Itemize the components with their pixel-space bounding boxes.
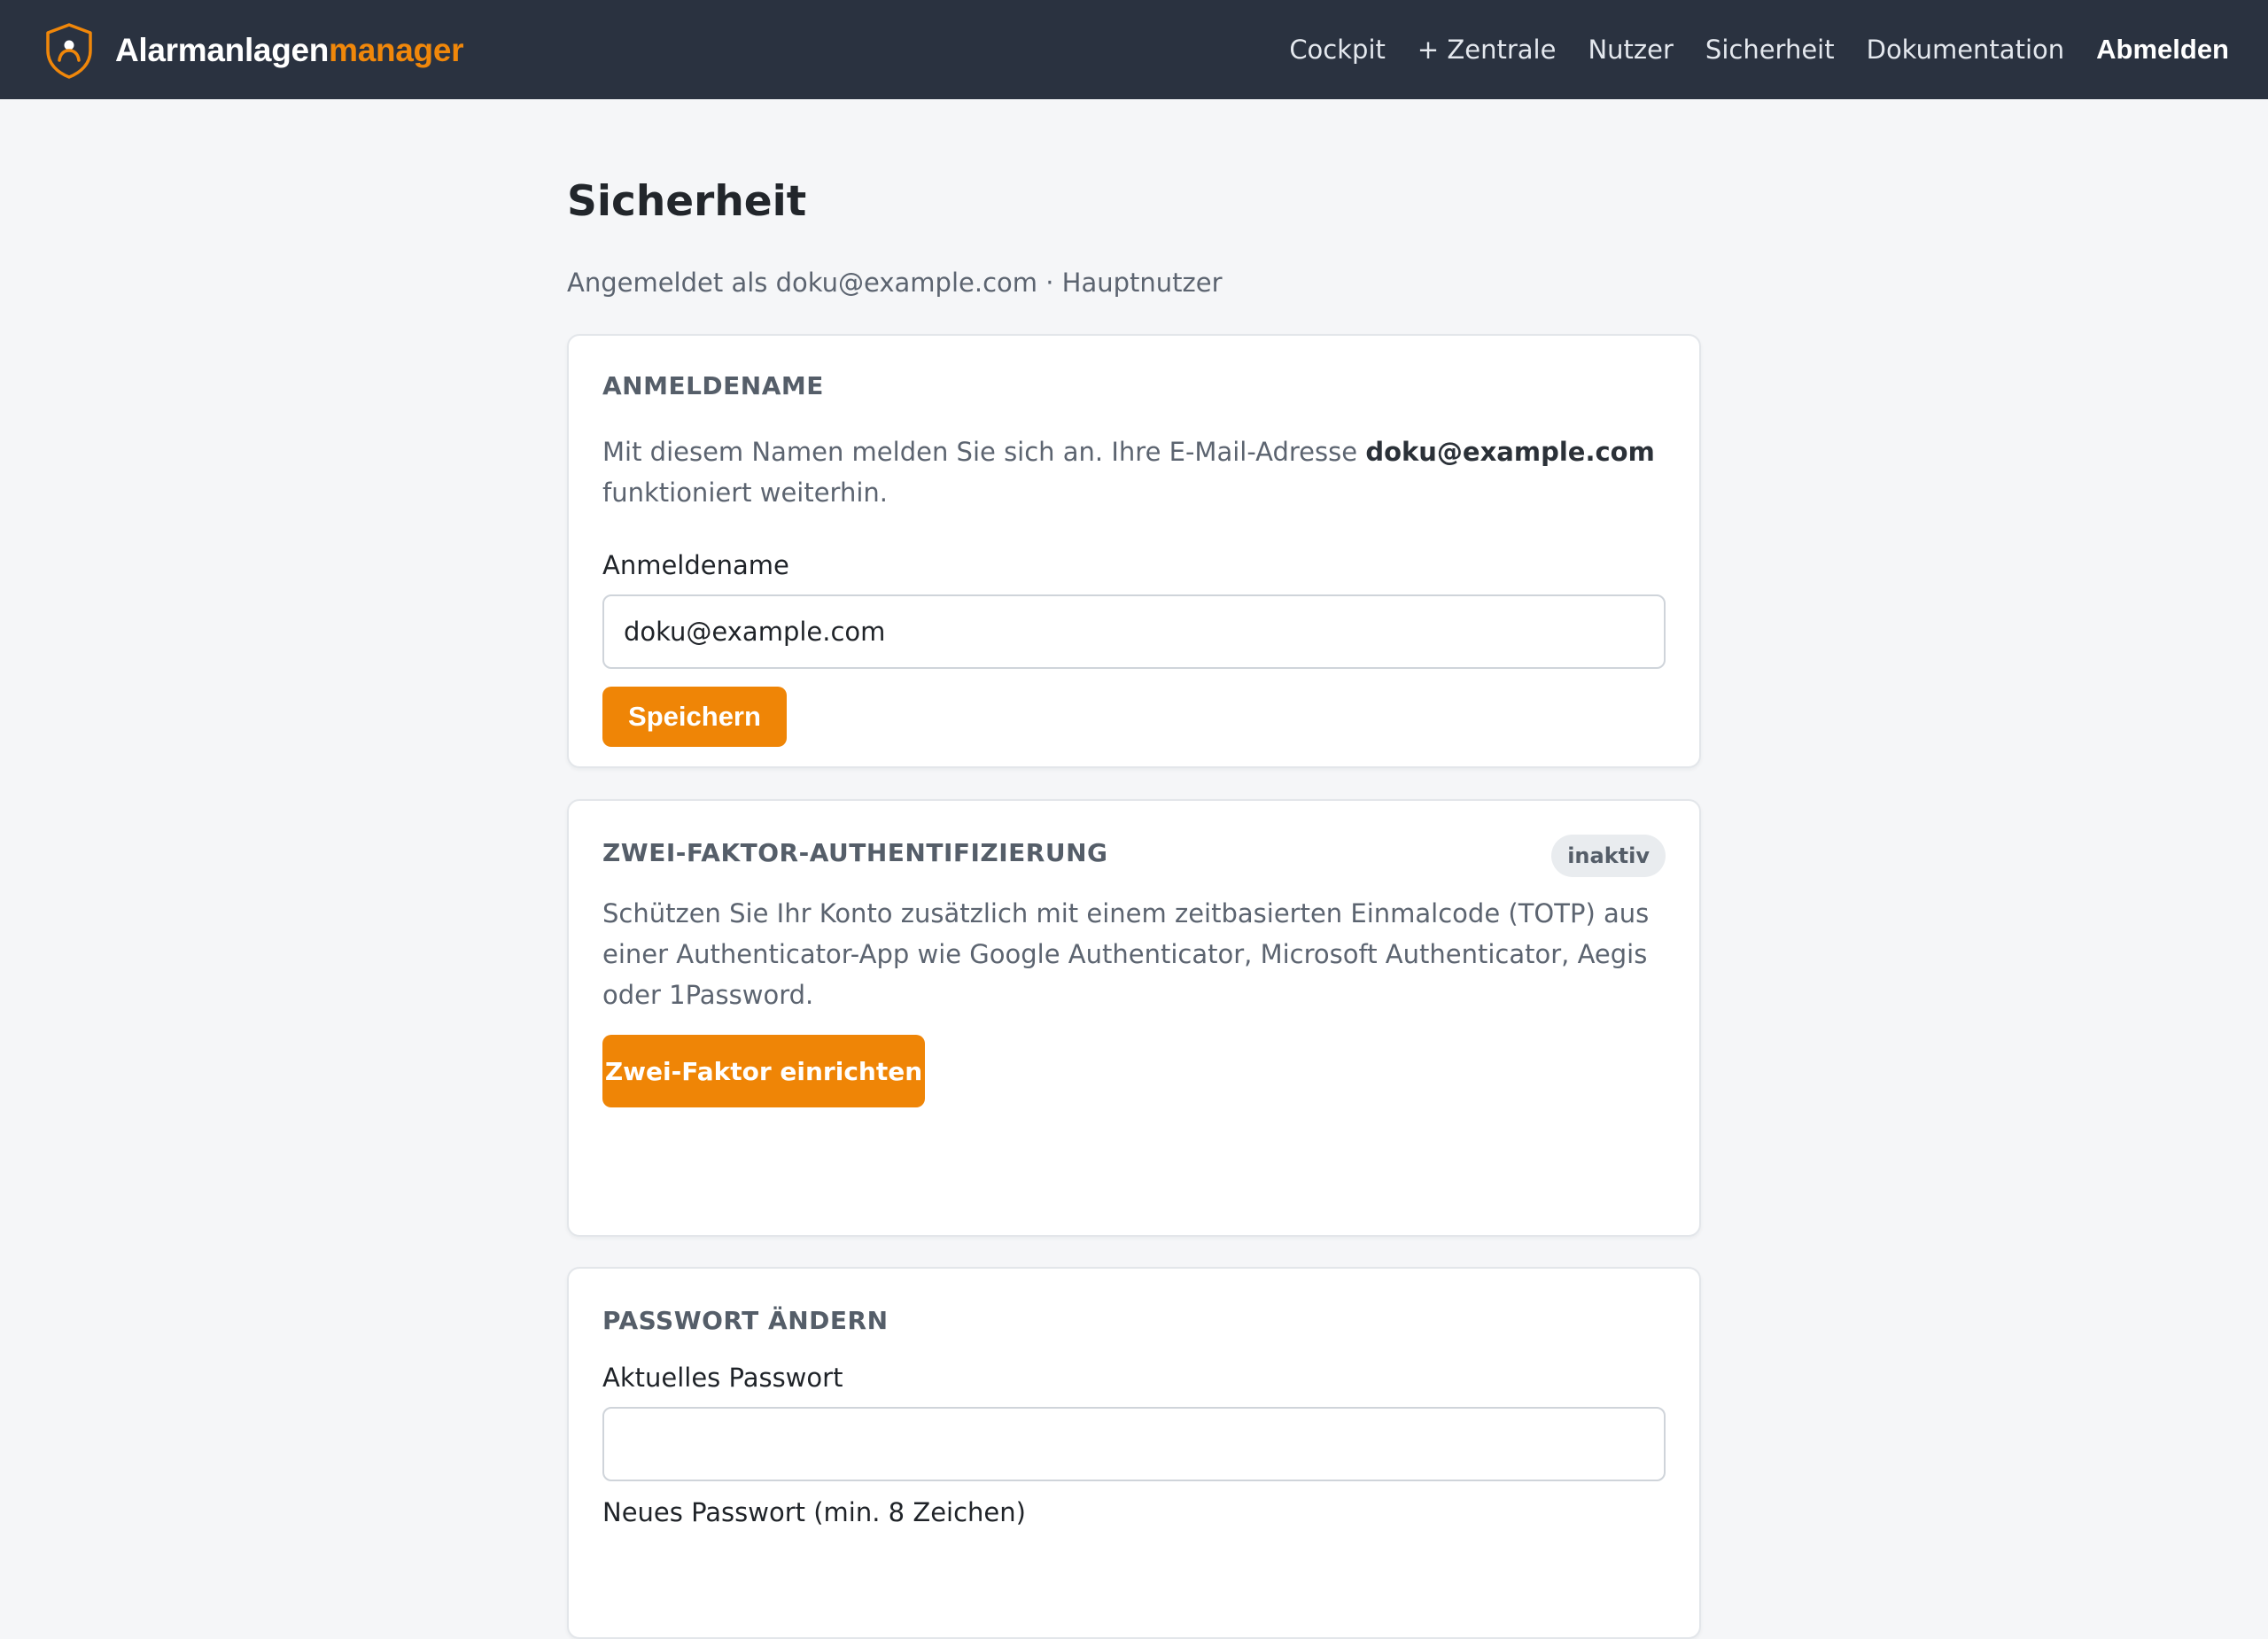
brand[interactable]: Alarmanlagenmanager <box>43 19 464 82</box>
page-subtitle: Angemeldet als doku@example.com · Hauptn… <box>567 268 1223 298</box>
username-card: ANMELDENAME Mit diesem Namen melden Sie … <box>567 334 1701 768</box>
setup-two-factor-button[interactable]: Zwei-Faktor einrichten <box>602 1035 925 1107</box>
brand-name-primary: Alarmanlagen <box>115 32 330 68</box>
username-text-before: Mit diesem Namen melden Sie sich an. Ihr… <box>602 437 1366 467</box>
page-title: Sicherheit <box>567 177 807 226</box>
change-password-card-title: PASSWORT ÄNDERN <box>602 1306 889 1335</box>
brand-name-accent: manager <box>329 32 464 68</box>
nav-add-zentrale[interactable]: + Zentrale <box>1418 35 1557 65</box>
change-password-card: PASSWORT ÄNDERN Aktuelles Passwort Neues… <box>567 1267 1701 1639</box>
save-button[interactable]: Speichern <box>602 687 787 747</box>
username-card-title: ANMELDENAME <box>602 371 824 400</box>
two-factor-card-title: ZWEI-FAKTOR-AUTHENTIFIZIERUNG <box>602 838 1108 867</box>
username-input[interactable] <box>602 594 1666 669</box>
brand-name: Alarmanlagenmanager <box>115 32 464 69</box>
nav-nutzer[interactable]: Nutzer <box>1588 35 1673 65</box>
nav-sicherheit[interactable]: Sicherheit <box>1705 35 1835 65</box>
username-field-label: Anmeldename <box>602 550 789 580</box>
logout-link[interactable]: Abmelden <box>2096 34 2229 66</box>
username-text-after: funktioniert weiterhin. <box>602 478 889 508</box>
new-password-label: Neues Passwort (min. 8 Zeichen) <box>602 1497 1026 1527</box>
nav-cockpit[interactable]: Cockpit <box>1289 35 1386 65</box>
two-factor-description: Schützen Sie Ihr Konto zusätzlich mit ei… <box>602 898 1650 1010</box>
current-password-input[interactable] <box>602 1407 1666 1481</box>
top-navigation-bar: Alarmanlagenmanager Cockpit + Zentrale N… <box>0 0 2268 99</box>
username-email: doku@example.com <box>1365 437 1655 467</box>
main-nav: Cockpit + Zentrale Nutzer Sicherheit Dok… <box>1257 0 2229 99</box>
nav-dokumentation[interactable]: Dokumentation <box>1867 35 2065 65</box>
two-factor-card: ZWEI-FAKTOR-AUTHENTIFIZIERUNG inaktiv Sc… <box>567 799 1701 1237</box>
status-badge: inaktiv <box>1551 835 1666 877</box>
current-password-label: Aktuelles Passwort <box>602 1363 843 1393</box>
shield-user-icon <box>46 23 92 79</box>
username-card-description: Mit diesem Namen melden Sie sich an. Ihr… <box>602 431 1666 513</box>
